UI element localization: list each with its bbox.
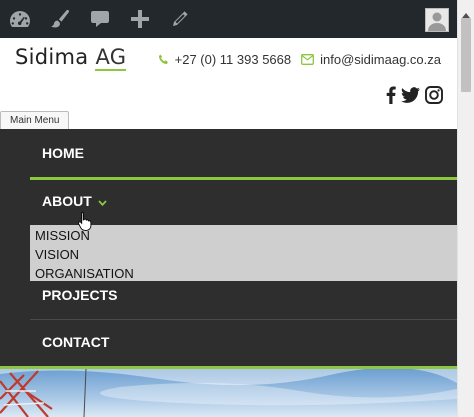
nav-item-about-label: ABOUT (42, 193, 92, 209)
submenu-item-organisation[interactable]: ORGANISATION (30, 264, 457, 283)
instagram-icon[interactable] (425, 86, 443, 109)
contact-info: +27 (0) 11 393 5668 info@sidimaag.co.za (158, 52, 441, 67)
site-logo[interactable]: Sidima AG (15, 45, 127, 71)
edit-pencil-icon[interactable] (160, 0, 200, 38)
email-icon (301, 54, 315, 65)
submenu-item-mission[interactable]: MISSION (30, 226, 457, 245)
logo-suffix: AG (95, 45, 127, 71)
main-menu-toggle[interactable]: Main Menu (0, 111, 70, 130)
browser-viewport: Sidima AG +27 (0) 11 393 5668 info@sidim… (0, 0, 457, 417)
hand-pointer-cursor-icon (78, 211, 92, 236)
phone-icon (158, 54, 169, 65)
nav-item-contact[interactable]: CONTACT (30, 319, 457, 366)
phone-number[interactable]: +27 (0) 11 393 5668 (175, 52, 292, 67)
dashboard-icon[interactable] (0, 0, 40, 38)
customize-brush-icon[interactable] (40, 0, 80, 38)
logo-text: Sidima (15, 45, 89, 69)
submenu-item-vision[interactable]: VISION (30, 245, 457, 264)
hero-banner-image (0, 369, 457, 417)
chevron-down-icon (98, 179, 107, 226)
social-links (386, 86, 443, 109)
scrollbar-thumb[interactable] (461, 18, 471, 92)
twitter-icon[interactable] (401, 87, 420, 108)
add-new-icon[interactable] (120, 0, 160, 38)
email-address[interactable]: info@sidimaag.co.za (320, 52, 441, 67)
nav-item-about[interactable]: ABOUT (30, 178, 457, 225)
comments-icon[interactable] (80, 0, 120, 38)
vertical-scrollbar[interactable] (457, 0, 474, 417)
nav-item-home[interactable]: HOME (30, 130, 457, 177)
facebook-icon[interactable] (386, 86, 396, 109)
about-submenu: MISSION VISION ORGANISATION (30, 225, 457, 281)
admin-toolbar (0, 0, 457, 38)
user-avatar[interactable] (425, 8, 449, 32)
